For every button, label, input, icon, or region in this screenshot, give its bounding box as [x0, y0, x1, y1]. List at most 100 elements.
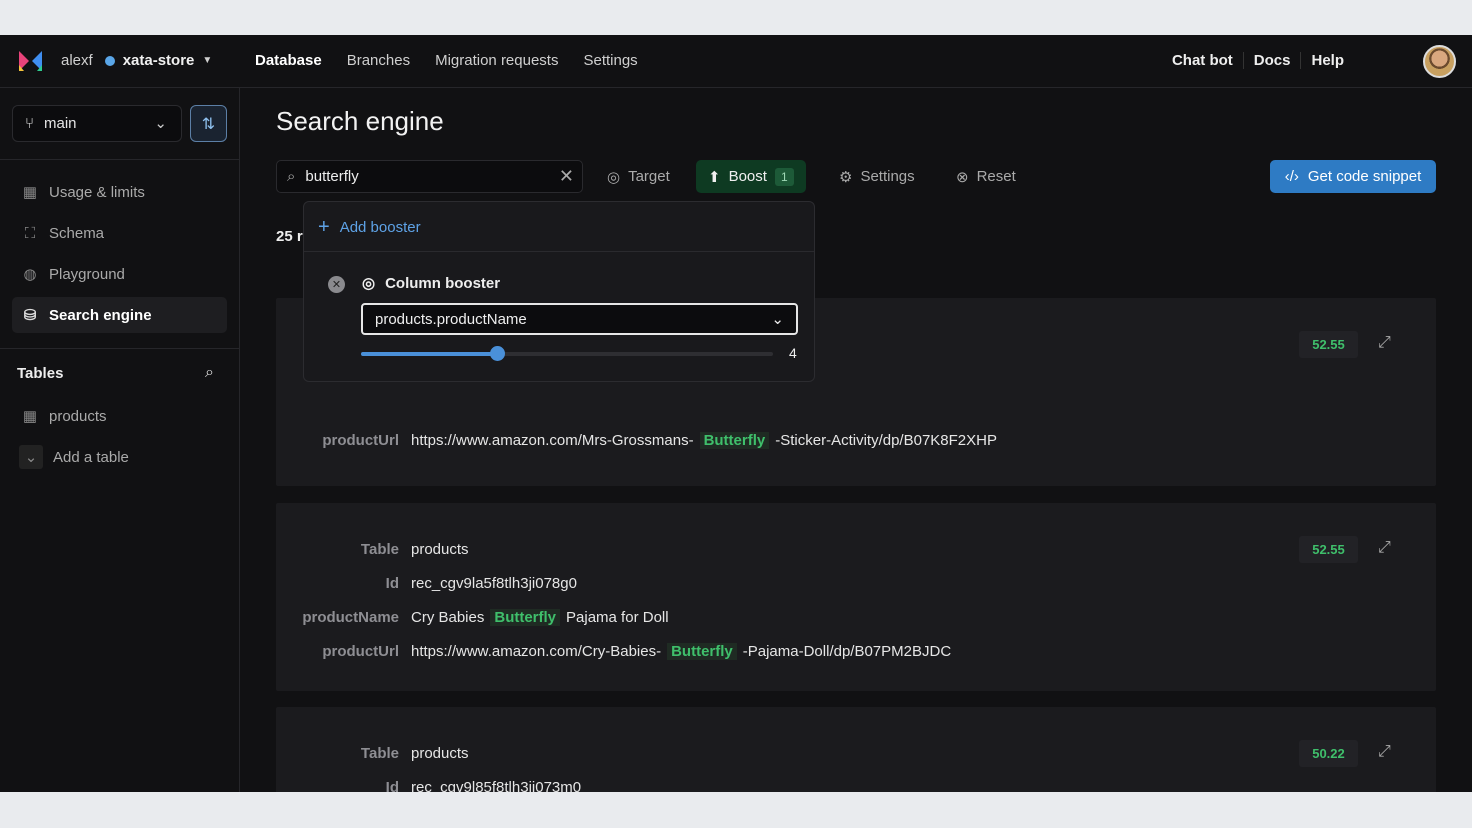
sidebar-item-label: Playground: [49, 265, 125, 283]
value-text: products: [411, 541, 469, 558]
reset-button[interactable]: ⊗ Reset: [944, 160, 1028, 193]
match-highlight: Butterfly: [490, 609, 561, 626]
reset-icon: ⊗: [956, 168, 969, 186]
value-text: rec_cgv9la5f8tlh3ji078g0: [411, 575, 577, 592]
workspace-switcher[interactable]: alexf xata-store ▼: [61, 52, 212, 69]
compare-branches-button[interactable]: ⇅: [190, 105, 227, 142]
caret-down-icon: ▼: [202, 55, 213, 66]
nav-branches[interactable]: Branches: [347, 52, 410, 69]
docs-link[interactable]: Docs: [1242, 52, 1301, 69]
field-name: productUrl: [322, 432, 399, 449]
pull-request-icon: ⇅: [201, 115, 216, 133]
expand-icon[interactable]: ⤢: [1378, 334, 1391, 352]
top-bar: alexf xata-store ▼ Database Branches Migra…: [0, 35, 1472, 88]
result-field: Id rec_cgv9la5f8tlh3ji078g0: [276, 575, 577, 592]
workspace-name: xata-store: [122, 52, 195, 69]
target-label: Target: [628, 168, 670, 185]
sidebar-item-label: Usage & limits: [49, 183, 145, 201]
table-item-products[interactable]: ▦ products: [12, 398, 227, 434]
settings-button[interactable]: ⚙ Settings: [827, 160, 927, 193]
value-text: -Pajama-Doll/dp/B07PM2BJDC: [742, 643, 952, 660]
nav-migration-requests[interactable]: Migration requests: [435, 52, 558, 69]
score-badge: 50.22: [1299, 740, 1358, 767]
result-card[interactable]: 52.55 ⤢ Table products Id rec_cgv9la5f8tlh3ji…: [276, 503, 1436, 691]
add-table-label: Add a table: [53, 448, 129, 466]
match-highlight: Butterfly: [667, 643, 737, 660]
avatar[interactable]: [1423, 45, 1456, 78]
score-badge: 52.55: [1299, 331, 1358, 358]
add-booster-button[interactable]: + Add booster: [318, 216, 421, 239]
tables-heading: Tables: [17, 365, 64, 382]
boost-factor-slider[interactable]: [361, 346, 773, 361]
result-field: Id rec_cgv9l85f8tlh3ji073m0: [276, 779, 581, 792]
field-value: rec_cgv9l85f8tlh3ji073m0: [411, 779, 581, 792]
playground-icon: ◍: [23, 266, 37, 283]
reset-label: Reset: [976, 168, 1016, 185]
column-value: products.productName: [375, 310, 527, 328]
column-booster-title: ◎ Column booster: [362, 274, 500, 293]
clear-icon[interactable]: ✕: [559, 166, 574, 187]
field-value: products: [411, 541, 469, 558]
value-text: -Sticker-Activity/dp/B07K8F2XHP: [775, 432, 997, 449]
main-content: Search engine ⌕ butterfly ✕ ◎ Target ⬆ Boost…: [240, 88, 1472, 792]
boost-label: Boost: [728, 168, 767, 185]
expand-icon[interactable]: ⤢: [1378, 743, 1391, 761]
sidebar-item-schema[interactable]: ⛶ Schema: [12, 215, 227, 251]
result-field: productUrl https://www.amazon.com/Mrs-Gro…: [276, 432, 997, 449]
search-input[interactable]: ⌕ butterfly ✕: [276, 160, 583, 193]
get-code-snippet-button[interactable]: ‹/› Get code snippet: [1270, 160, 1436, 193]
branch-select[interactable]: ⑂ main ⌄: [12, 105, 182, 142]
boost-button[interactable]: ⬆ Boost 1: [696, 160, 806, 193]
slider-value: 4: [789, 345, 797, 361]
chevron-down-icon: ⌄: [771, 311, 784, 328]
divider: [0, 159, 240, 160]
result-field: productUrl https://www.amazon.com/Cry-Bab…: [276, 643, 951, 660]
column-select[interactable]: products.productName ⌄: [361, 303, 798, 335]
divider: [0, 348, 240, 349]
slider-thumb[interactable]: [489, 346, 505, 361]
boost-count-badge: 1: [774, 167, 794, 186]
field-name: Id: [385, 779, 399, 792]
search-db-icon: ⛁: [23, 307, 37, 324]
field-value: Cry Babies Butterfly Pajama for Doll: [411, 609, 669, 626]
expand-icon[interactable]: ⤢: [1378, 539, 1391, 557]
search-icon[interactable]: ⌕: [205, 364, 214, 382]
schema-icon: ⛶: [24, 224, 36, 242]
divider: [304, 251, 814, 252]
add-booster-label: Add booster: [339, 219, 421, 236]
sidebar-item-playground[interactable]: ◍ Playground: [12, 256, 227, 292]
main-nav: Database Branches Migration requests Set…: [255, 52, 638, 69]
value-text: https://www.amazon.com/Cry-Babies-: [411, 643, 662, 660]
add-table-button[interactable]: ⌄ Add a table: [12, 439, 227, 475]
plus-icon: +: [318, 216, 330, 238]
snippet-label: Get code snippet: [1307, 168, 1422, 185]
field-name: Id: [385, 575, 399, 592]
field-name: productName: [302, 609, 399, 626]
score-badge: 52.55: [1299, 536, 1358, 563]
nav-settings[interactable]: Settings: [583, 52, 637, 69]
page-title: Search engine: [276, 106, 444, 136]
user-name: alexf: [61, 52, 93, 69]
value-text: https://www.amazon.com/Mrs-Grossmans-: [411, 432, 694, 449]
arrow-up-icon: ⬆: [708, 168, 721, 186]
help-link[interactable]: Help: [1300, 52, 1354, 69]
result-field: productName Cry Babies Butterfly Pajama for…: [276, 609, 669, 626]
sidebar-item-usage[interactable]: ▦ Usage & limits: [12, 174, 227, 210]
settings-label: Settings: [860, 168, 915, 185]
search-icon: ⌕: [287, 168, 296, 185]
result-field: Table products: [276, 541, 469, 558]
target-icon: ◎: [362, 275, 376, 292]
target-button[interactable]: ◎ Target: [595, 160, 682, 193]
grid-icon: ▦: [22, 408, 38, 425]
boost-popover: + Add booster ✕ ◎ Column booster products.…: [303, 201, 815, 382]
branch-name: main: [44, 115, 77, 132]
remove-booster-button[interactable]: ✕: [328, 276, 345, 293]
chat-bot-link[interactable]: Chat bot: [1162, 52, 1243, 69]
result-card[interactable]: 50.22 ⤢ Table products Id rec_cgv9l85f8tlh3ji…: [276, 707, 1436, 792]
chevron-down-icon: ⌄: [154, 115, 167, 132]
sidebar-item-search-engine[interactable]: ⛁ Search engine: [12, 297, 227, 333]
nav-database[interactable]: Database: [255, 52, 322, 69]
search-value: butterfly: [305, 168, 359, 185]
right-nav: Chat bot Docs Help: [1162, 52, 1354, 69]
chevron-down-icon: ⌄: [19, 445, 43, 469]
